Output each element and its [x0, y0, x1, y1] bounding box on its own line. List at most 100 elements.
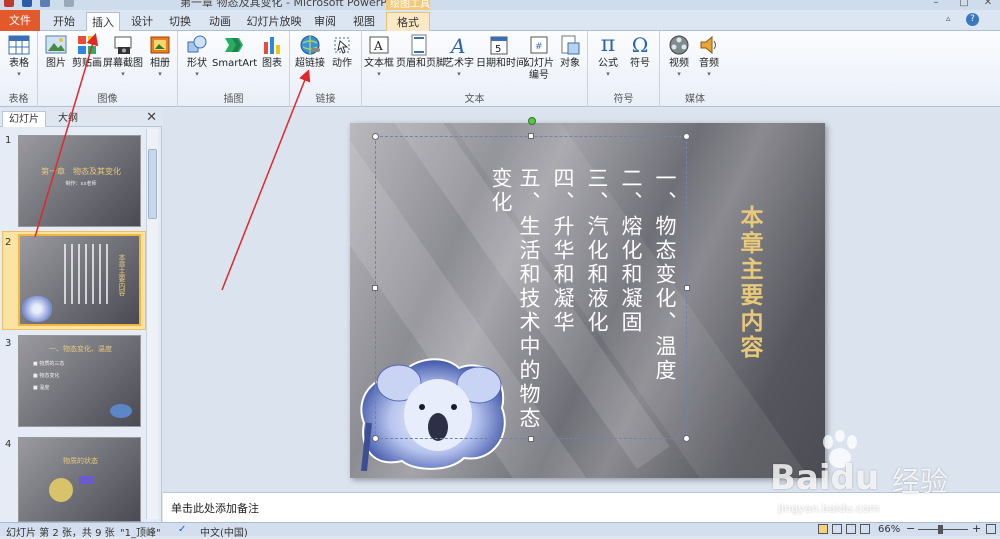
- resize-handle[interactable]: [684, 285, 690, 291]
- spellcheck-icon[interactable]: ✓: [178, 524, 186, 535]
- tab-transitions[interactable]: 切换: [162, 12, 198, 31]
- slide-number: 3: [5, 338, 12, 349]
- chevron-down-icon: ▾: [606, 70, 610, 78]
- thumb-diagram: [49, 478, 73, 502]
- slide-title[interactable]: 本章主要内容: [732, 205, 766, 361]
- tab-home[interactable]: 开始: [44, 12, 84, 31]
- tab-slides[interactable]: 幻灯片: [2, 111, 46, 127]
- text-placeholder-selection[interactable]: [372, 117, 690, 442]
- group-table: 表格 ▾ 表格: [0, 31, 38, 107]
- close-icon[interactable]: ✕: [982, 0, 994, 8]
- ribbon-tab-bar: 文件 开始 插入 设计 切换 动画 幻灯片放映 审阅 视图 格式 ▵ ?: [0, 10, 1000, 32]
- group-links: 超链接 动作 链接: [290, 31, 362, 107]
- hyperlink-icon: [299, 34, 321, 56]
- slide-thumbnail-1[interactable]: 第一章 物态及其变化 制作：xx老师: [18, 135, 141, 227]
- help-icon[interactable]: ?: [966, 13, 979, 26]
- quick-access-toolbar: [4, 0, 94, 9]
- video-button[interactable]: 视频 ▾: [666, 34, 692, 78]
- ribbon-minimize-icon[interactable]: ▵: [946, 14, 958, 26]
- wordart-button[interactable]: A 艺术字 ▾: [444, 34, 474, 78]
- datetime-icon: 5: [488, 34, 510, 56]
- screenshot-button[interactable]: 屏幕截图 ▾: [102, 34, 144, 78]
- scrollbar-thumb[interactable]: [148, 149, 157, 219]
- group-media: 视频 ▾ 音频 ▾ 媒体: [660, 31, 730, 107]
- app-icon[interactable]: [4, 0, 14, 7]
- chevron-down-icon: ▾: [17, 70, 21, 78]
- resize-handle[interactable]: [528, 436, 534, 442]
- watermark-cn: 经验: [892, 465, 949, 498]
- chart-button[interactable]: 图表: [258, 34, 286, 70]
- slide-thumbnail-3[interactable]: 一、物态变化、温度 ■ 物质的三态 ■ 物态变化 ■ 温度: [18, 335, 141, 427]
- theme-name[interactable]: "1_顶峰": [120, 524, 161, 539]
- object-button[interactable]: 对象: [556, 34, 584, 70]
- tab-format[interactable]: 格式: [386, 12, 430, 31]
- chevron-down-icon: ▾: [677, 70, 681, 78]
- slide-number-button[interactable]: # 幻灯片编号: [524, 34, 554, 82]
- language[interactable]: 中文(中国): [200, 524, 248, 539]
- header-footer-button[interactable]: 页眉和页脚: [396, 34, 446, 70]
- smartart-button[interactable]: SmartArt: [212, 34, 257, 70]
- object-icon: [559, 34, 581, 56]
- rotate-handle[interactable]: [528, 117, 536, 125]
- tab-review[interactable]: 审阅: [308, 12, 342, 31]
- undo-icon[interactable]: [40, 0, 50, 7]
- resize-handle[interactable]: [683, 133, 690, 140]
- screenshot-icon: [112, 34, 134, 56]
- resize-handle[interactable]: [528, 133, 534, 139]
- minimize-icon[interactable]: –: [930, 0, 942, 8]
- tab-view[interactable]: 视图: [346, 12, 382, 31]
- resize-handle[interactable]: [372, 285, 378, 291]
- shapes-button[interactable]: 形状 ▾: [184, 34, 210, 78]
- video-icon: [668, 34, 690, 56]
- tab-animations[interactable]: 动画: [202, 12, 238, 31]
- tab-file[interactable]: 文件: [0, 10, 40, 31]
- action-icon: [331, 34, 353, 56]
- window-title: 第一章 物态及其变化 - Microsoft PowerPoint: [180, 0, 408, 9]
- close-icon[interactable]: ✕: [146, 110, 157, 125]
- group-label-media: 媒体: [685, 94, 705, 105]
- hyperlink-button[interactable]: 超链接: [294, 34, 326, 70]
- group-text: A 文本框 ▾ 页眉和页脚 A 艺术字 ▾ 5 日期和时间 # 幻灯片编号 对象…: [362, 31, 588, 107]
- action-button[interactable]: 动作: [328, 34, 356, 70]
- thumb-text-lines: [64, 244, 108, 304]
- maximize-icon[interactable]: □: [958, 0, 970, 8]
- redo-icon[interactable]: [64, 0, 74, 7]
- tab-outline[interactable]: 大纲: [52, 111, 84, 127]
- equation-button[interactable]: π 公式 ▾: [594, 32, 622, 79]
- svg-text:A: A: [373, 39, 383, 53]
- panel-scrollbar[interactable]: [146, 129, 158, 519]
- table-button[interactable]: 表格 ▾: [6, 34, 32, 78]
- tab-design[interactable]: 设计: [124, 12, 160, 31]
- watermark-url: jingyan.baidu.com: [778, 502, 880, 515]
- resize-handle[interactable]: [683, 435, 690, 442]
- ribbon-insert: 表格 ▾ 表格 图片 剪贴画 屏幕截图 ▾ 相册 ▾ 图像 形状 ▾ Smart…: [0, 31, 1000, 107]
- slide-thumbnail-2[interactable]: 本章主要内容: [18, 234, 141, 326]
- context-tab-header: 绘图工具: [386, 0, 430, 10]
- koala-image: [22, 296, 52, 322]
- clipart-button[interactable]: 剪贴画: [72, 34, 102, 70]
- save-icon[interactable]: [22, 0, 32, 7]
- chevron-down-icon: ▾: [457, 70, 461, 78]
- resize-handle[interactable]: [372, 133, 379, 140]
- slide-thumbnail-4[interactable]: 物质的状态: [18, 437, 141, 522]
- tab-slideshow[interactable]: 幻灯片放映: [244, 12, 304, 31]
- picture-icon: [45, 34, 67, 56]
- resize-handle[interactable]: [372, 435, 379, 442]
- slide-thumbnail-panel: 幻灯片 大纲 ✕ 1 第一章 物态及其变化 制作：xx老师 2 本章主要内容 3…: [0, 109, 162, 522]
- thumb-diagram: [79, 476, 93, 484]
- symbol-icon: Ω: [631, 33, 649, 57]
- group-label-table: 表格: [8, 94, 29, 105]
- group-symbols: π 公式 ▾ Ω 符号 符号: [588, 31, 660, 107]
- textbox-button[interactable]: A 文本框 ▾: [364, 34, 394, 78]
- picture-button[interactable]: 图片: [42, 34, 70, 70]
- symbol-button[interactable]: Ω 符号: [626, 34, 654, 70]
- slide-count: 幻灯片 第 2 张，共 9 张: [6, 528, 115, 539]
- equation-icon: π: [600, 32, 616, 57]
- chevron-down-icon: ▾: [158, 70, 162, 78]
- datetime-button[interactable]: 5 日期和时间: [476, 34, 526, 70]
- album-button[interactable]: 相册 ▾: [146, 34, 174, 78]
- table-icon: [8, 34, 30, 56]
- audio-button[interactable]: 音频 ▾: [696, 34, 722, 78]
- shapes-icon: [186, 34, 208, 56]
- tab-insert[interactable]: 插入: [86, 12, 120, 32]
